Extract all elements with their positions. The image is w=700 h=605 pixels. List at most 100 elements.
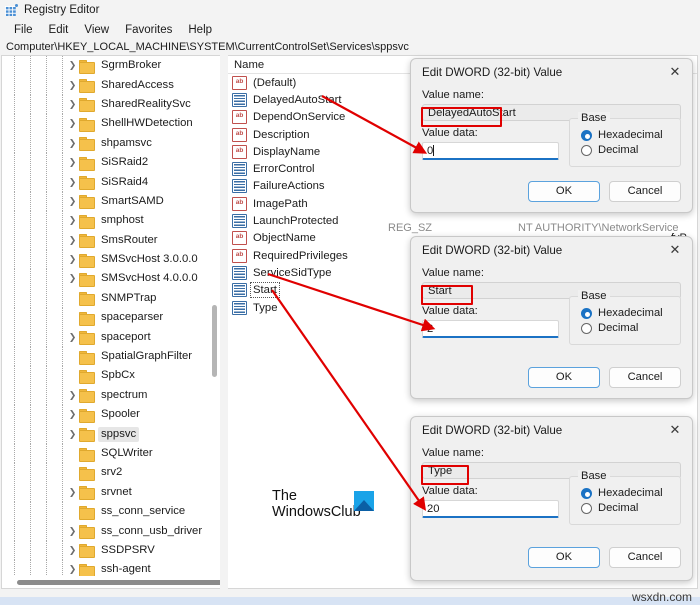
chevron-right-icon[interactable]: ❯: [66, 153, 79, 172]
tree-item-spooler[interactable]: ❯ Spooler: [2, 405, 210, 425]
tree-item-ss-conn-usb-driver[interactable]: ❯ ss_conn_usb_driver: [2, 521, 210, 541]
tree-indent-guides: [4, 269, 66, 289]
chevron-right-icon[interactable]: ❯: [66, 269, 79, 288]
folder-icon: [79, 234, 95, 249]
pane-splitter[interactable]: [220, 55, 228, 589]
chevron-right-icon[interactable]: ❯: [66, 250, 79, 269]
menu-help[interactable]: Help: [180, 23, 220, 37]
tree-horizontal-scrollbar[interactable]: [3, 576, 220, 587]
tree-item-ss-conn-service[interactable]: ss_conn_service: [2, 502, 210, 522]
chevron-right-icon[interactable]: ❯: [66, 328, 79, 347]
tree-item-spbcx[interactable]: SpbCx: [2, 366, 210, 386]
menu-file[interactable]: File: [6, 23, 41, 37]
tree-item-sqlwriter[interactable]: SQLWriter: [2, 444, 210, 463]
radio-decimal[interactable]: Decimal: [581, 502, 680, 514]
menu-edit[interactable]: Edit: [41, 23, 77, 37]
tree-indent-guides: [4, 560, 66, 576]
chevron-right-icon[interactable]: ❯: [66, 522, 79, 541]
chevron-right-icon[interactable]: ❯: [66, 192, 79, 211]
chevron-right-icon[interactable]: ❯: [66, 211, 79, 230]
value-name-label: Start: [250, 282, 280, 299]
radio-dot-decimal: [581, 502, 592, 514]
chevron-right-icon[interactable]: ❯: [66, 95, 79, 114]
tree-item-sharedaccess[interactable]: ❯ SharedAccess: [2, 75, 210, 95]
registry-tree[interactable]: ❯ SgrmBroker ❯ SharedAccess ❯ SharedRealitySv…: [2, 56, 210, 576]
cancel-button[interactable]: Cancel: [609, 367, 681, 388]
value-data-field[interactable]: 20: [422, 500, 559, 518]
tree-item-sisraid2[interactable]: ❯ SiSRaid2: [2, 153, 210, 173]
chevron-right-icon[interactable]: ❯: [66, 425, 79, 444]
tree-item-smsvchost-3-0-0-0[interactable]: ❯ SMSvcHost 3.0.0.0: [2, 250, 210, 270]
chevron-right-icon[interactable]: ❯: [66, 173, 79, 192]
radio-decimal[interactable]: Decimal: [581, 322, 680, 334]
value-data-field[interactable]: 0: [422, 142, 559, 160]
bottom-strip: [0, 597, 700, 605]
tree-item-shpamsvc[interactable]: ❯ shpamsvc: [2, 133, 210, 153]
tree-item-ssh-agent[interactable]: ❯ ssh-agent: [2, 560, 210, 576]
ok-button[interactable]: OK: [528, 547, 600, 568]
tree-indent-guides: [4, 75, 66, 95]
tree-item-ssdpsrv[interactable]: ❯ SSDPSRV: [2, 540, 210, 560]
ok-button[interactable]: OK: [528, 181, 600, 202]
folder-icon: [79, 156, 95, 171]
menu-favorites[interactable]: Favorites: [117, 23, 180, 37]
tree-item-spectrum[interactable]: ❯ spectrum: [2, 385, 210, 405]
edit-dword-dialog-type[interactable]: Edit DWORD (32-bit) Value ✕ Value name: …: [410, 416, 693, 581]
tree-item-srvnet[interactable]: ❯ srvnet: [2, 482, 210, 502]
menu-view[interactable]: View: [76, 23, 117, 37]
close-icon[interactable]: ✕: [662, 239, 688, 261]
chevron-right-icon[interactable]: ❯: [66, 231, 79, 250]
address-bar[interactable]: Computer\HKEY_LOCAL_MACHINE\SYSTEM\Curre…: [0, 39, 700, 56]
tree-item-smartsamd[interactable]: ❯ SmartSAMD: [2, 191, 210, 211]
chevron-right-icon[interactable]: ❯: [66, 560, 79, 576]
radio-hexadecimal[interactable]: Hexadecimal: [581, 307, 680, 319]
dialog-title-bar: Edit DWORD (32-bit) Value ✕: [411, 417, 692, 443]
chevron-right-icon[interactable]: ❯: [66, 405, 79, 424]
window-title: Registry Editor: [24, 4, 100, 16]
chevron-right-icon[interactable]: ❯: [66, 114, 79, 133]
chevron-right-icon[interactable]: ❯: [66, 76, 79, 95]
tree-item-snmptrap[interactable]: SNMPTrap: [2, 288, 210, 308]
chevron-right-icon[interactable]: ❯: [66, 541, 79, 560]
chevron-right-icon[interactable]: ❯: [66, 134, 79, 153]
tree-item-sharedrealitysvc[interactable]: ❯ SharedRealitySvc: [2, 94, 210, 114]
value-name-label: Value name:: [422, 267, 484, 279]
tree-indent-guides: [4, 308, 66, 328]
tree-item-label: SgrmBroker: [101, 59, 162, 72]
annotation-box-value-name: [421, 465, 469, 485]
tree-indent-guides: [4, 230, 66, 250]
tree-item-srv2[interactable]: srv2: [2, 463, 210, 483]
tree-item-spaceparser[interactable]: spaceparser: [2, 308, 210, 328]
value-name-label: Type: [253, 301, 278, 314]
chevron-right-icon[interactable]: ❯: [66, 56, 79, 75]
radio-hexadecimal[interactable]: Hexadecimal: [581, 129, 680, 141]
value-data-field[interactable]: 2: [422, 320, 559, 338]
watermark-line-2: WindowsClub: [272, 503, 361, 520]
chevron-right-icon[interactable]: ❯: [66, 483, 79, 502]
close-icon[interactable]: ✕: [662, 61, 688, 83]
cancel-button[interactable]: Cancel: [609, 181, 681, 202]
dialog-buttons: OK Cancel: [422, 547, 681, 568]
tree-item-sgrmbroker[interactable]: ❯ SgrmBroker: [2, 56, 210, 76]
edit-dword-dialog-delayedautostart[interactable]: Edit DWORD (32-bit) Value ✕ Value name: …: [410, 58, 693, 213]
dialog-buttons: OK Cancel: [422, 367, 681, 388]
tree-item-shellhwdetection[interactable]: ❯ ShellHWDetection: [2, 114, 210, 134]
tree-item-spaceport[interactable]: ❯ spaceport: [2, 327, 210, 347]
cancel-button[interactable]: Cancel: [609, 547, 681, 568]
tree-item-sppsvc[interactable]: ❯ sppsvc: [2, 424, 210, 444]
dialog-body: Value name: Type Value data: 20 Base Hex…: [411, 443, 692, 577]
tree-item-spatialgraphfilter[interactable]: SpatialGraphFilter: [2, 347, 210, 367]
tree-item-smsrouter[interactable]: ❯ SmsRouter: [2, 230, 210, 250]
close-icon[interactable]: ✕: [662, 419, 688, 441]
radio-hexadecimal[interactable]: Hexadecimal: [581, 487, 680, 499]
tree-item-label: spectrum: [101, 388, 148, 401]
ok-button[interactable]: OK: [528, 367, 600, 388]
tree-vertical-scrollbar[interactable]: [210, 57, 219, 575]
tree-item-smsvchost-4-0-0-0[interactable]: ❯ SMSvcHost 4.0.0.0: [2, 269, 210, 289]
tree-item-label: spaceport: [101, 330, 151, 343]
edit-dword-dialog-start[interactable]: Edit DWORD (32-bit) Value ✕ Value name: …: [410, 236, 693, 399]
tree-item-smphost[interactable]: ❯ smphost: [2, 211, 210, 231]
chevron-right-icon[interactable]: ❯: [66, 386, 79, 405]
radio-decimal[interactable]: Decimal: [581, 144, 680, 156]
tree-item-sisraid4[interactable]: ❯ SiSRaid4: [2, 172, 210, 192]
